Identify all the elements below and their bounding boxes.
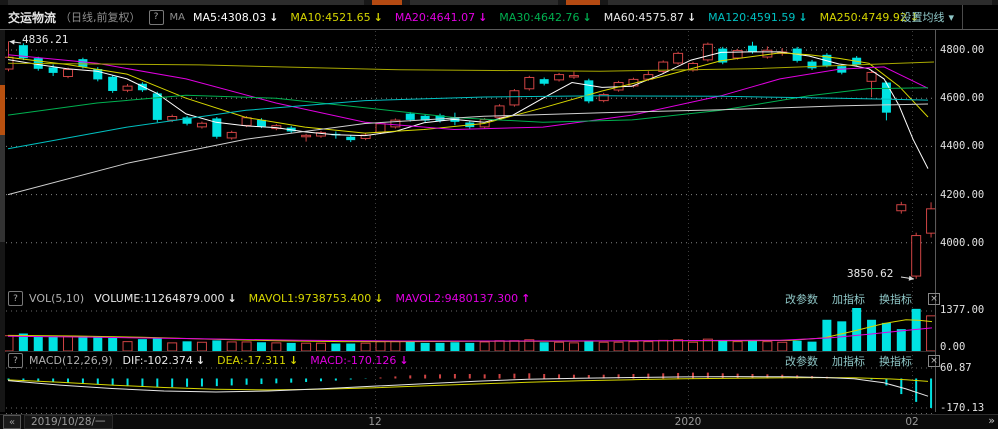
ma-legend-item-4: MA60:4575.87↓ [604, 11, 696, 24]
help-icon[interactable]: ? [8, 353, 23, 368]
arrow-up-icon: ↑ [521, 292, 530, 305]
switch-indicator-button[interactable]: 换指标 [879, 353, 912, 369]
volume-axis-label: 1377.00 [940, 304, 984, 316]
header-divider [962, 5, 963, 29]
ma-indicator-label: MA [170, 12, 185, 23]
ma-legend-item-1: MA10:4521.65↓ [290, 11, 382, 24]
close-indicator-icon[interactable]: × [928, 293, 940, 305]
macd-legend-item-2: MACD:-170.126↓ [310, 354, 408, 367]
left-scrollbar-thumb[interactable] [0, 85, 5, 135]
arrow-down-icon: ↓ [399, 354, 408, 367]
price-axis-label: 4800.00 [940, 44, 984, 56]
left-scrollbar[interactable] [0, 30, 5, 412]
ma-legend-item-2: MA20:4641.07↓ [395, 11, 487, 24]
add-indicator-button[interactable]: 加指标 [832, 353, 865, 369]
macd-axis-label: 60.87 [940, 362, 972, 374]
ma-legend-item-3: MA30:4642.76↓ [499, 11, 591, 24]
price-axis-label: 4000.00 [940, 237, 984, 249]
macd-legend: DIF:-102.374↓ DEA:-17.311↓ MACD:-170.126↓ [123, 354, 421, 367]
volume-indicator-name: VOL(5,10) [29, 292, 84, 305]
time-axis-tick: 12 [368, 416, 381, 428]
arrow-down-icon: ↓ [374, 11, 383, 24]
price-axis-label: 4400.00 [940, 140, 984, 152]
instrument-title: 交运物流 [8, 9, 56, 26]
arrow-down-icon: ↓ [687, 11, 696, 24]
close-indicator-icon[interactable]: × [928, 355, 940, 367]
arrow-down-icon: ↓ [227, 292, 236, 305]
high-price-annotation: 4836.21 [22, 33, 68, 46]
macd-legend-item-1: DEA:-17.311↓ [217, 354, 298, 367]
add-indicator-button[interactable]: 加指标 [832, 291, 865, 307]
macd-indicator-name: MACD(12,26,9) [29, 354, 113, 367]
ma-legend-item-0: MA5:4308.03↓ [193, 11, 278, 24]
scroll-left-button[interactable]: « [3, 415, 21, 429]
chart-mode-label: （日线,前复权） [60, 9, 141, 25]
start-date-label: 2019/10/28/一 [24, 415, 113, 429]
arrow-down-icon: ↓ [374, 292, 383, 305]
ma-settings-button[interactable]: 设置均线 ▾ [900, 5, 954, 29]
arrow-down-icon: ↓ [583, 11, 592, 24]
ma-legend-item-5: MA120:4591.59↓ [708, 11, 807, 24]
vol-legend-item-1: MAVOL1:9738753.400↓ [249, 292, 384, 305]
arrow-down-icon: ↓ [196, 354, 205, 367]
volume-pane-header: ? VOL(5,10) VOLUME:11264879.000↓ MAVOL1:9… [8, 291, 542, 306]
volume-axis-label: 0.00 [940, 341, 965, 353]
time-axis-tick: 02 [905, 416, 918, 428]
ma-settings-label: 设置均线 [900, 9, 944, 25]
arrow-down-icon: ↓ [269, 11, 278, 24]
vol-legend-item-0: VOLUME:11264879.000↓ [94, 292, 236, 305]
volume-pane-controls: 改参数加指标换指标 × [785, 291, 940, 307]
low-price-annotation: 3850.62 [847, 267, 893, 280]
modify-params-button[interactable]: 改参数 [785, 353, 818, 369]
arrow-down-icon: ↓ [289, 354, 298, 367]
help-icon[interactable]: ? [8, 291, 23, 306]
arrow-down-icon: ↓ [478, 11, 487, 24]
left-scrollbar-segment [0, 135, 5, 242]
time-axis-tick: 2020 [675, 416, 702, 428]
modify-params-button[interactable]: 改参数 [785, 291, 818, 307]
chart-header: 交运物流 （日线,前复权） ? MA MA5:4308.03↓ MA10:4521… [0, 5, 955, 29]
macd-pane-controls: 改参数加指标换指标 × [785, 353, 940, 369]
volume-legend: VOLUME:11264879.000↓ MAVOL1:9738753.400↓ M… [94, 292, 542, 305]
chevron-down-icon: ▾ [948, 11, 954, 24]
vol-legend-item-2: MAVOL2:9480137.300↑ [396, 292, 531, 305]
time-axis-bar [0, 414, 998, 429]
price-axis-label: 4600.00 [940, 92, 984, 104]
scroll-right-button[interactable]: » [988, 414, 995, 427]
help-icon[interactable]: ? [149, 10, 164, 25]
arrow-down-icon: ↓ [798, 11, 807, 24]
switch-indicator-button[interactable]: 换指标 [879, 291, 912, 307]
macd-pane-header: ? MACD(12,26,9) DIF:-102.374↓ DEA:-17.311… [8, 353, 421, 368]
price-axis-label: 4200.00 [940, 189, 984, 201]
macd-legend-item-0: DIF:-102.374↓ [123, 354, 206, 367]
ma-legend: MA5:4308.03↓ MA10:4521.65↓ MA20:4641.07↓ MA… [193, 11, 931, 24]
macd-axis-label: -170.13 [940, 402, 984, 414]
